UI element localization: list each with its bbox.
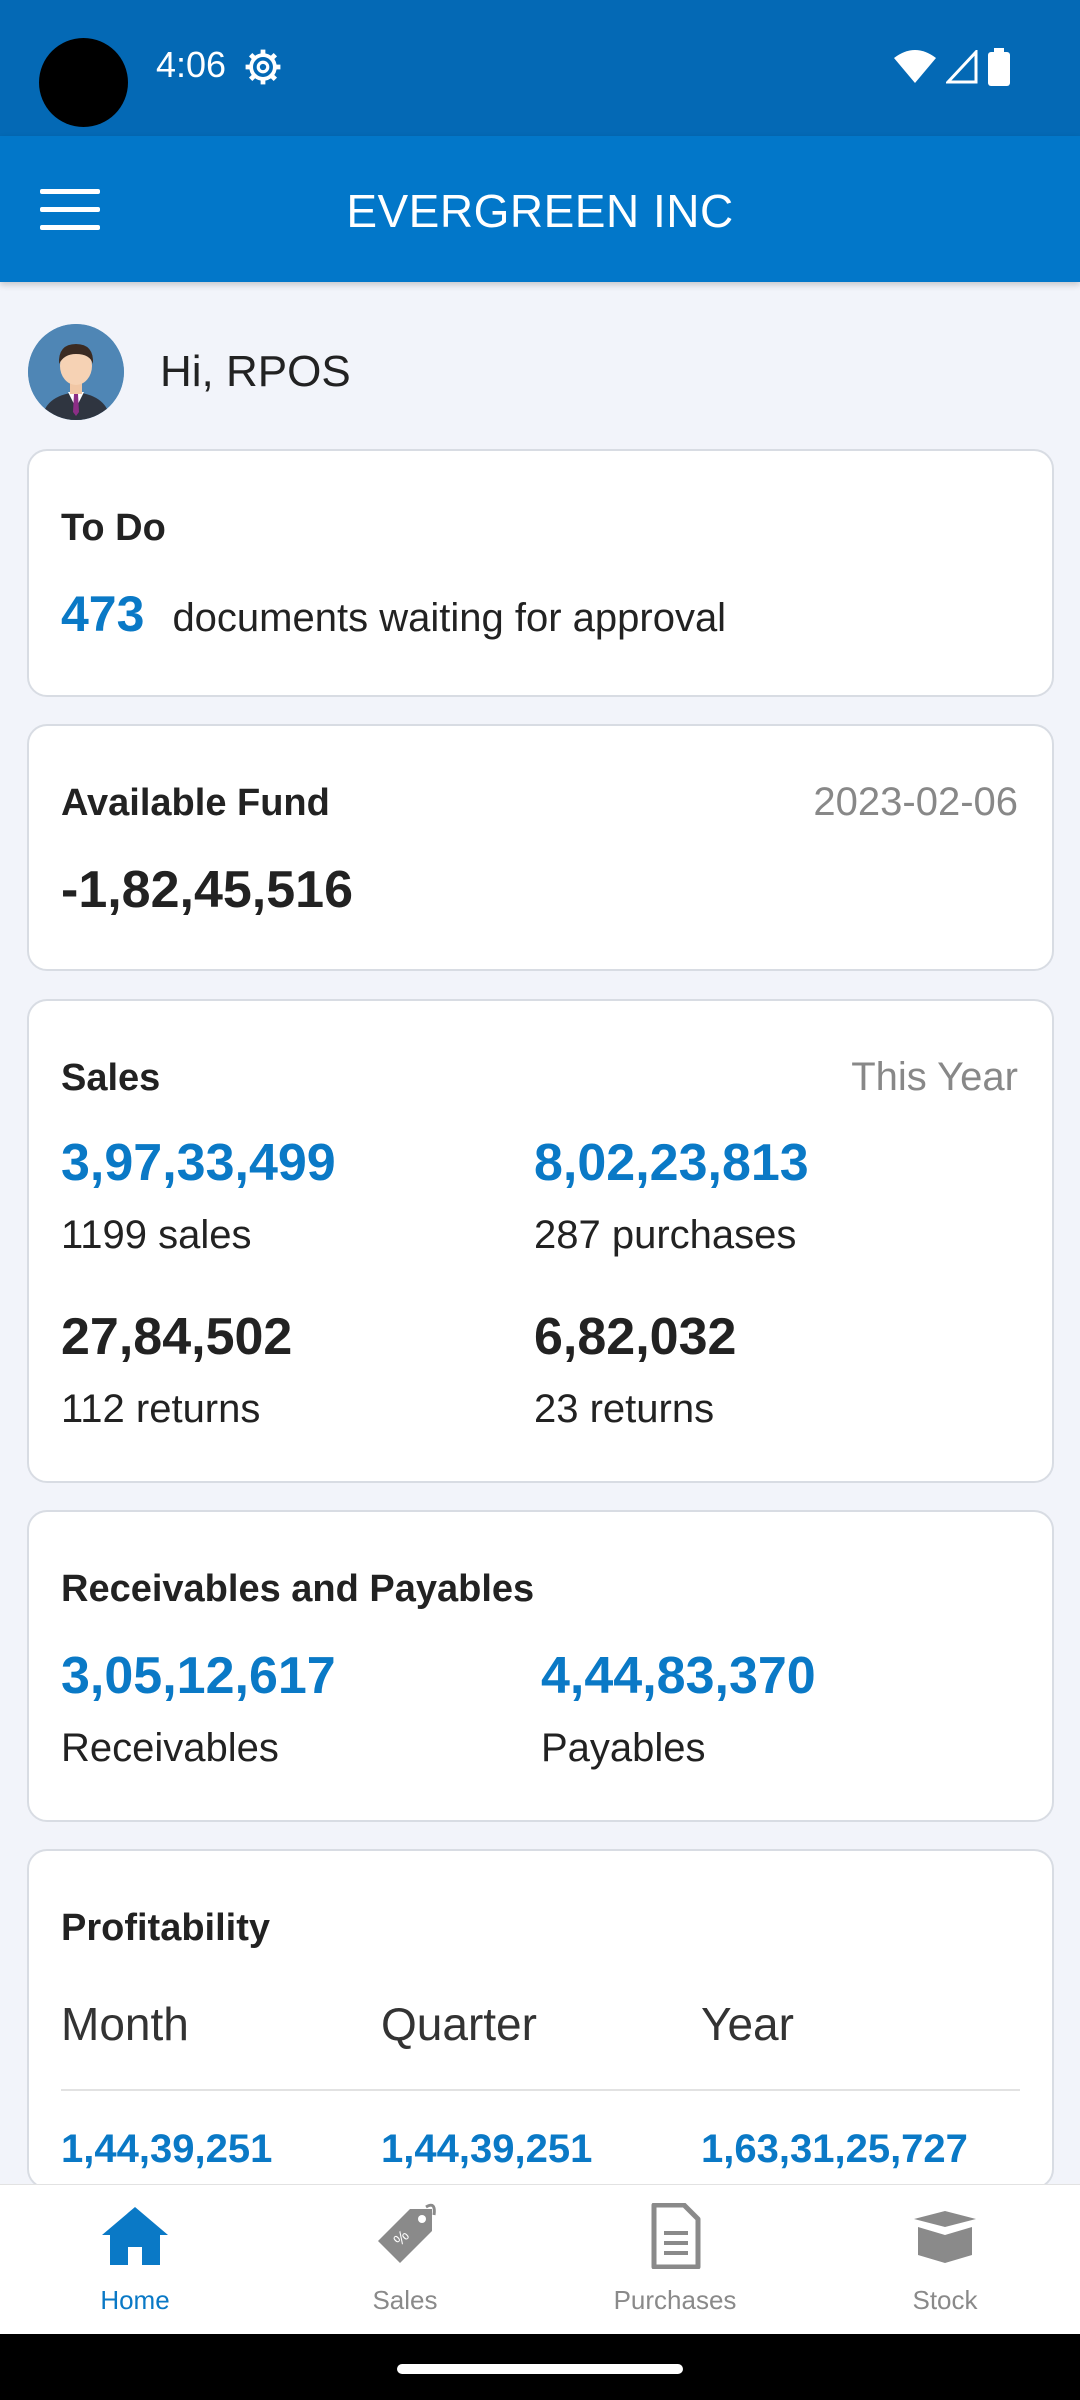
gesture-navigation-bar (0, 2334, 1080, 2400)
battery-icon (988, 48, 1010, 86)
payables-label: Payables (541, 1726, 706, 1770)
profit-column-quarter: Quarter (381, 1998, 537, 2050)
todo-count: 473 (61, 586, 145, 642)
nav-purchases[interactable]: Purchases (540, 2185, 810, 2335)
payables-amount: 4,44,83,370 (541, 1647, 816, 1705)
nav-sales[interactable]: % Sales (270, 2185, 540, 2335)
wifi-icon (894, 50, 936, 83)
sales-amount: 3,97,33,499 (61, 1134, 336, 1192)
tag-icon: % (378, 2203, 436, 2263)
status-time: 4:06 (156, 44, 227, 85)
purchase-amount: 8,02,23,813 (534, 1134, 809, 1192)
profit-year-value: 1,63,31,25,727 (701, 2127, 968, 2171)
cellular-signal-icon (946, 50, 978, 84)
home-gesture-handle[interactable] (397, 2364, 683, 2374)
profit-divider (61, 2089, 1020, 2091)
sales-period: This Year (851, 1055, 1018, 1099)
available-fund-card[interactable]: Available Fund 2023-02-06 -1,82,45,516 (27, 724, 1054, 971)
app-title: EVERGREEN INC (346, 185, 734, 237)
fund-date: 2023-02-06 (813, 780, 1018, 824)
todo-text: documents waiting for approval (172, 596, 727, 640)
settings-gear-icon (245, 49, 281, 85)
sales-return-amount: 27,84,502 (61, 1308, 293, 1366)
profitability-card[interactable]: Profitability Month Quarter Year 1,44,39… (27, 1849, 1054, 2189)
sales-count: 1199 sales (61, 1213, 252, 1257)
document-icon (651, 2203, 701, 2269)
nav-purchases-label: Purchases (613, 2285, 737, 2315)
receivables-label: Receivables (61, 1726, 279, 1770)
nav-stock[interactable]: Stock (810, 2185, 1080, 2335)
profit-column-year: Year (701, 1998, 794, 2050)
profit-quarter-value: 1,44,39,251 (381, 2127, 593, 2171)
greeting-row: Hi, RPOS (28, 324, 351, 420)
avatar[interactable] (28, 324, 124, 420)
box-icon (914, 2211, 976, 2263)
receivables-payables-card[interactable]: Receivables and Payables 3,05,12,617 Rec… (27, 1510, 1054, 1822)
nav-sales-label: Sales (372, 2285, 438, 2315)
bottom-navigation: Home % Sales Purchases Stock (0, 2184, 1080, 2334)
nav-home[interactable]: Home (0, 2185, 270, 2335)
purchase-count: 287 purchases (534, 1213, 797, 1257)
fund-amount: -1,82,45,516 (61, 861, 354, 919)
profit-column-month: Month (61, 1998, 189, 2050)
home-icon (102, 2207, 168, 2265)
sales-return-count: 112 returns (61, 1387, 261, 1431)
sales-card[interactable]: Sales This Year 3,97,33,499 1199 sales 8… (27, 999, 1054, 1483)
todo-card[interactable]: To Do 473 documents waiting for approval (27, 449, 1054, 697)
purchase-return-amount: 6,82,032 (534, 1308, 737, 1366)
todo-title: To Do (61, 507, 166, 549)
nav-home-label: Home (100, 2285, 170, 2315)
app-bar: EVERGREEN INC (0, 136, 1080, 282)
camera-cutout (39, 38, 128, 127)
user-avatar-icon (28, 324, 124, 420)
greeting-text: Hi, RPOS (160, 347, 351, 396)
profit-month-value: 1,44,39,251 (61, 2127, 273, 2171)
status-bar: 4:06 (0, 0, 1080, 136)
sales-title: Sales (61, 1057, 161, 1099)
recpay-title: Receivables and Payables (61, 1568, 535, 1610)
fund-title: Available Fund (61, 782, 330, 824)
profit-title: Profitability (61, 1907, 271, 1949)
nav-stock-label: Stock (912, 2285, 978, 2315)
receivables-amount: 3,05,12,617 (61, 1647, 336, 1705)
purchase-return-count: 23 returns (534, 1387, 715, 1431)
